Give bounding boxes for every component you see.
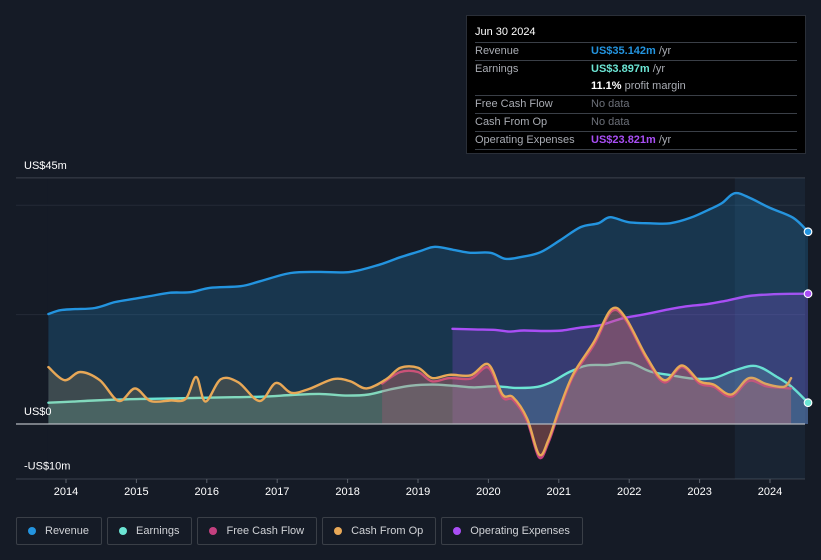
unit-suffix: /yr <box>649 63 665 75</box>
legend-item-earnings[interactable]: Earnings <box>107 517 193 545</box>
x-tick-label: 2020 <box>476 486 500 498</box>
x-tick-label: 2015 <box>124 486 148 498</box>
x-tick-label: 2022 <box>617 486 641 498</box>
legend-item-cash-from-op[interactable]: Cash From Op <box>322 517 437 545</box>
x-tick-label: 2019 <box>406 486 430 498</box>
revenue-dot-icon <box>28 527 36 535</box>
legend-label: Free Cash Flow <box>226 525 305 537</box>
legend-item-free-cash-flow[interactable]: Free Cash Flow <box>197 517 318 545</box>
unit-suffix: /yr <box>655 45 672 57</box>
legend-label: Cash From Op <box>351 525 424 537</box>
legend-label: Revenue <box>45 525 90 537</box>
x-tick-label: 2023 <box>687 486 711 498</box>
earnings-dot-icon <box>119 527 128 535</box>
legend-label: Operating Expenses <box>470 525 570 537</box>
tooltip-row-operating-expenses: Operating Expenses US$23.821m /yr <box>475 132 797 150</box>
revenue-end-marker <box>803 227 813 237</box>
earnings-end-marker <box>803 398 813 408</box>
x-tick-label: 2014 <box>54 486 78 498</box>
revenue-value: US$35.142m <box>591 45 656 57</box>
tooltip-row-cash-from-op: Cash From Op No data <box>475 114 797 132</box>
operating-expenses-end-marker <box>803 289 813 299</box>
profit-margin-suffix: profit margin <box>621 80 686 92</box>
tooltip-date: Jun 30 2024 <box>475 24 797 43</box>
tooltip-label: Revenue <box>475 45 520 57</box>
profit-margin-value: 11.1% <box>591 80 622 92</box>
tooltip-row-free-cash-flow: Free Cash Flow No data <box>475 96 797 114</box>
free-cash-flow-value: No data <box>591 98 630 110</box>
tooltip-label <box>475 78 591 95</box>
operating-expenses-value: US$23.821m <box>591 134 656 146</box>
tooltip-label: Operating Expenses <box>475 134 575 146</box>
tooltip-label: Earnings <box>475 63 519 75</box>
operating-expenses-dot-icon <box>453 527 462 535</box>
cash-from-op-value: No data <box>591 116 630 128</box>
tooltip-row-revenue: Revenue US$35.142m /yr <box>475 43 797 61</box>
legend: Revenue Earnings Free Cash Flow Cash Fro… <box>16 517 583 545</box>
unit-suffix: /yr <box>655 134 672 146</box>
x-tick-label: 2016 <box>195 486 219 498</box>
legend-item-revenue[interactable]: Revenue <box>16 517 103 545</box>
cash-from-op-dot-icon <box>334 527 343 535</box>
earnings-value: US$3.897m <box>591 63 650 75</box>
tooltip: Jun 30 2024 Revenue US$35.142m /yr Earni… <box>466 15 806 154</box>
x-tick-label: 2018 <box>335 486 359 498</box>
highlight-region <box>734 178 805 479</box>
x-tick-label: 2021 <box>547 486 571 498</box>
x-tick-label: 2024 <box>758 486 782 498</box>
x-tick-label: 2017 <box>265 486 289 498</box>
legend-item-operating-expenses[interactable]: Operating Expenses <box>441 517 583 545</box>
tooltip-label: Cash From Op <box>475 116 548 128</box>
legend-label: Earnings <box>136 525 180 537</box>
tooltip-label: Free Cash Flow <box>475 98 553 110</box>
y-tick-label: US$45m <box>24 160 67 172</box>
y-tick-label: -US$10m <box>24 461 70 473</box>
y-tick-label: US$0 <box>24 406 52 418</box>
tooltip-row-profit-margin: 11.1% profit margin <box>475 78 797 96</box>
tooltip-row-earnings: Earnings US$3.897m /yr <box>475 61 797 78</box>
free-cash-flow-dot-icon <box>209 527 218 535</box>
